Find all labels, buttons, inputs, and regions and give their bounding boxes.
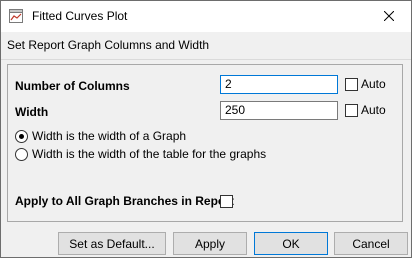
radio-graph-width-label[interactable]: Width is the width of a Graph [32,129,186,143]
width-label: Width [15,105,49,119]
graph-window-icon [9,9,23,23]
columns-input[interactable]: 2 [220,75,338,94]
window-title: Fitted Curves Plot [32,9,128,23]
title-bar: Fitted Curves Plot [1,1,411,32]
radio-table-width-label[interactable]: Width is the width of the table for the … [32,147,266,161]
apply-all-checkbox[interactable] [220,195,233,208]
set-default-button[interactable]: Set as Default... [58,232,166,255]
columns-auto-checkbox[interactable] [345,78,358,91]
columns-auto-label: Auto [361,77,386,91]
apply-button[interactable]: Apply [173,232,247,255]
settings-panel: Number of Columns 2 Auto Width 250 Auto … [7,64,403,222]
cancel-button[interactable]: Cancel [334,232,408,255]
dialog-window: Fitted Curves Plot Set Report Graph Colu… [0,0,412,258]
radio-table-width[interactable] [15,148,28,161]
width-auto-label: Auto [361,103,386,117]
apply-all-label: Apply to All Graph Branches in Report [15,194,234,208]
columns-label: Number of Columns [15,79,130,93]
width-input[interactable]: 250 [220,101,338,120]
close-icon [383,10,394,24]
close-button[interactable] [366,1,411,32]
width-auto-checkbox[interactable] [345,104,358,117]
instruction-text: Set Report Graph Columns and Width [7,38,210,52]
header-divider [1,59,411,60]
radio-graph-width[interactable] [15,130,28,143]
ok-button[interactable]: OK [254,232,328,255]
